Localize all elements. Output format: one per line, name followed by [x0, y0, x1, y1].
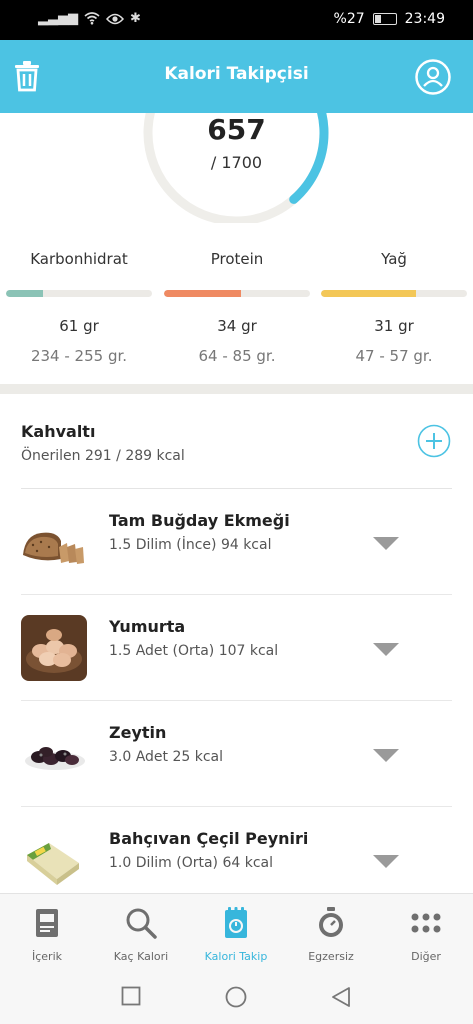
food-item[interactable]: Zeytin 3.0 Adet 25 kcal	[21, 701, 452, 807]
calories-consumed: 657	[207, 113, 266, 146]
food-detail: 1.0 Dilim (Orta) 64 kcal	[109, 855, 274, 871]
bread-image	[21, 509, 87, 575]
book-icon	[36, 909, 58, 937]
circle-icon	[225, 986, 247, 1008]
signal-icon: ▂▃▅▆	[38, 11, 78, 26]
profile-button[interactable]	[415, 59, 451, 95]
food-detail: 1.5 Adet (Orta) 107 kcal	[109, 643, 279, 659]
nav-label: Kaç Kalori	[113, 950, 169, 963]
macro-fat: Yağ 31 gr 47 - 57 gr.	[321, 250, 467, 365]
back-button[interactable]	[331, 986, 351, 1012]
macro-progress-bar	[321, 290, 467, 297]
nav-item-more[interactable]: Diğer	[379, 906, 473, 963]
eye-icon	[106, 13, 124, 24]
bottom-navigation: İçerik Kaç Kalori Kalori Takip Egzersiz …	[0, 893, 473, 971]
food-item[interactable]: Yumurta 1.5 Adet (Orta) 107 kcal	[21, 595, 452, 701]
square-icon	[121, 986, 141, 1006]
macro-name: Karbonhidrat	[30, 250, 128, 268]
app-header: Kalori Takipçisi	[0, 40, 473, 113]
stopwatch-icon	[319, 907, 343, 937]
calorie-ring: 657 / 1700	[0, 113, 473, 223]
food-item[interactable]: Tam Buğday Ekmeği 1.5 Dilim (İnce) 94 kc…	[21, 489, 452, 595]
eggs-image	[21, 615, 87, 681]
food-name: Yumurta	[109, 617, 186, 636]
macro-carbs: Karbonhidrat 61 gr 234 - 255 gr.	[6, 250, 152, 365]
nav-item-calorie-tracker[interactable]: Kalori Takip	[189, 906, 283, 963]
food-list: Tam Buğday Ekmeği 1.5 Dilim (İnce) 94 kc…	[0, 489, 473, 913]
status-icons-left: ▂▃▅▆ ✱	[38, 11, 141, 26]
status-icons-right: %27 23:49	[334, 11, 445, 27]
clock: 23:49	[404, 11, 445, 27]
nav-label: Egzersiz	[308, 950, 354, 963]
nav-label: Diğer	[411, 950, 441, 963]
olives-image	[21, 721, 87, 787]
meal-title: Kahvaltı	[21, 422, 96, 441]
macro-amount: 34 gr	[217, 317, 257, 335]
macro-progress-fill	[6, 290, 43, 297]
macro-protein: Protein 34 gr 64 - 85 gr.	[164, 250, 310, 365]
food-name: Bahçıvan Çeçil Peyniri	[109, 829, 309, 848]
expand-caret-icon[interactable]	[373, 537, 399, 550]
nav-item-exercise[interactable]: Egzersiz	[284, 906, 378, 963]
macro-name: Protein	[210, 250, 264, 268]
nav-label: İçerik	[31, 950, 62, 963]
expand-caret-icon[interactable]	[373, 749, 399, 762]
macro-progress-fill	[164, 290, 242, 297]
food-detail: 3.0 Adet 25 kcal	[109, 749, 224, 765]
meal-recommended: Önerilen 291 / 289 kcal	[21, 448, 185, 464]
battery-percent: %27	[333, 11, 365, 27]
food-name: Zeytin	[109, 723, 167, 742]
page-title: Kalori Takipçisi	[164, 64, 309, 84]
macro-progress-bar	[164, 290, 310, 297]
calorie-goal: / 1700	[210, 153, 263, 172]
expand-caret-icon[interactable]	[373, 643, 399, 656]
nav-label: Kalori Takip	[204, 950, 268, 963]
battery-icon	[372, 13, 397, 25]
tracker-icon	[225, 907, 247, 938]
add-food-button[interactable]	[417, 424, 451, 458]
macro-range: 47 - 57 gr.	[355, 347, 433, 365]
search-icon	[126, 908, 157, 939]
more-icon	[411, 913, 441, 933]
macro-range: 234 - 255 gr.	[30, 347, 128, 365]
cheese-image	[21, 827, 87, 893]
profile-icon	[415, 59, 451, 95]
food-detail: 1.5 Dilim (İnce) 94 kcal	[109, 537, 272, 553]
macro-name: Yağ	[381, 250, 407, 268]
nav-item-content[interactable]: İçerik	[0, 906, 94, 963]
back-triangle-icon	[332, 987, 350, 1007]
home-button[interactable]	[225, 986, 247, 1012]
macro-progress-bar	[6, 290, 152, 297]
status-bar: ▂▃▅▆ ✱ %27 23:49	[0, 0, 473, 40]
macro-range: 64 - 85 gr.	[198, 347, 276, 365]
food-name: Tam Buğday Ekmeği	[109, 511, 290, 530]
macro-amount: 61 gr	[59, 317, 99, 335]
section-divider	[0, 384, 473, 394]
macro-amount: 31 gr	[374, 317, 414, 335]
system-navigation-bar	[0, 971, 473, 1024]
plus-circle-icon	[417, 424, 451, 458]
expand-caret-icon[interactable]	[373, 855, 399, 868]
bluetooth-icon: ✱	[130, 11, 141, 26]
macro-progress-fill	[321, 290, 416, 297]
macro-summary: Karbonhidrat 61 gr 234 - 255 gr. Protein…	[0, 250, 473, 370]
nav-item-calorie-search[interactable]: Kaç Kalori	[94, 906, 188, 963]
recents-button[interactable]	[121, 986, 141, 1010]
wifi-icon	[84, 12, 100, 25]
